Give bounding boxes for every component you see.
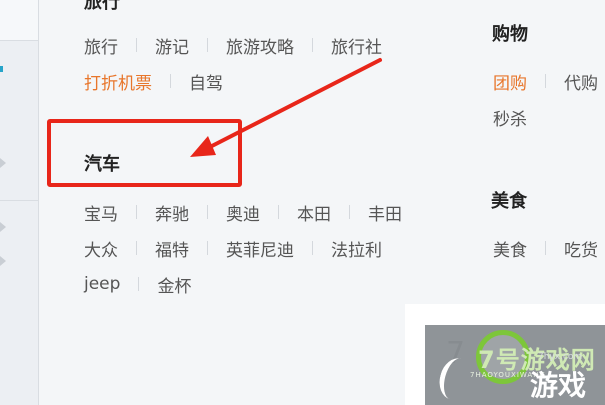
sidebar-divider bbox=[0, 200, 38, 201]
divider bbox=[207, 241, 208, 255]
auto-links-row-1: 宝马 奔驰 奥迪 本田 丰田 bbox=[84, 199, 402, 225]
link-flash-sale[interactable]: 秒杀 bbox=[493, 105, 527, 130]
link-travel-agency[interactable]: 旅行社 bbox=[331, 33, 382, 58]
shopping-links-row-1: 团购 代购 bbox=[493, 68, 598, 94]
divider bbox=[545, 74, 546, 88]
divider bbox=[136, 241, 137, 255]
chevron-right-icon[interactable] bbox=[0, 158, 6, 168]
link-jinbei[interactable]: 金杯 bbox=[157, 272, 191, 297]
link-discount-flights[interactable]: 打折机票 bbox=[84, 69, 152, 94]
auto-links-row-2: 大众 福特 英菲尼迪 法拉利 bbox=[84, 235, 382, 261]
link-ferrari[interactable]: 法拉利 bbox=[331, 236, 382, 261]
divider bbox=[138, 277, 140, 291]
divider bbox=[349, 205, 350, 219]
chevron-right-icon[interactable] bbox=[0, 256, 6, 266]
link-travel[interactable]: 旅行 bbox=[84, 33, 118, 58]
link-travel-guide[interactable]: 旅游攻略 bbox=[226, 33, 294, 58]
shopping-heading: 购物 bbox=[492, 24, 528, 45]
auto-links-row-3: jeep 金杯 bbox=[84, 271, 191, 297]
watermark-domain: 7hyx.com bbox=[538, 352, 583, 362]
divider bbox=[312, 241, 313, 255]
divider bbox=[312, 38, 313, 52]
divider bbox=[278, 205, 279, 219]
link-toyota[interactable]: 丰田 bbox=[368, 200, 402, 225]
link-self-drive[interactable]: 自驾 bbox=[189, 69, 223, 94]
link-bmw[interactable]: 宝马 bbox=[84, 200, 118, 225]
travel-heading: 旅行 bbox=[84, 0, 120, 13]
divider bbox=[207, 38, 208, 52]
divider bbox=[545, 241, 546, 255]
link-ford[interactable]: 福特 bbox=[155, 236, 189, 261]
link-travelogue[interactable]: 游记 bbox=[155, 33, 189, 58]
divider bbox=[207, 205, 208, 219]
link-honda[interactable]: 本田 bbox=[297, 200, 331, 225]
watermark-big-text: 游戏 bbox=[530, 369, 587, 402]
link-infiniti[interactable]: 英菲尼迪 bbox=[226, 236, 294, 261]
link-foodie[interactable]: 吃货 bbox=[564, 236, 598, 261]
divider bbox=[136, 38, 137, 52]
left-sidebar-strip bbox=[0, 0, 39, 405]
link-proxy-buy[interactable]: 代购 bbox=[564, 69, 598, 94]
annotation-highlight-box bbox=[47, 119, 242, 187]
sidebar-active-indicator bbox=[0, 66, 3, 72]
travel-links-row-2: 打折机票 自驾 bbox=[84, 68, 223, 94]
divider bbox=[170, 74, 171, 88]
sidebar-top-block bbox=[0, 0, 38, 41]
link-jeep[interactable]: jeep bbox=[84, 274, 120, 294]
link-food[interactable]: 美食 bbox=[493, 236, 527, 261]
divider bbox=[136, 205, 137, 219]
travel-links-row-1: 旅行 游记 旅游攻略 旅行社 bbox=[84, 32, 382, 58]
chevron-right-icon[interactable] bbox=[0, 222, 6, 232]
shopping-links-row-2: 秒杀 bbox=[493, 104, 527, 130]
link-group-buy[interactable]: 团购 bbox=[493, 69, 527, 94]
link-benz[interactable]: 奔驰 bbox=[155, 200, 189, 225]
link-volkswagen[interactable]: 大众 bbox=[84, 236, 118, 261]
link-audi[interactable]: 奥迪 bbox=[226, 200, 260, 225]
food-heading: 美食 bbox=[491, 191, 527, 212]
food-links-row-1: 美食 吃货 bbox=[493, 235, 598, 261]
